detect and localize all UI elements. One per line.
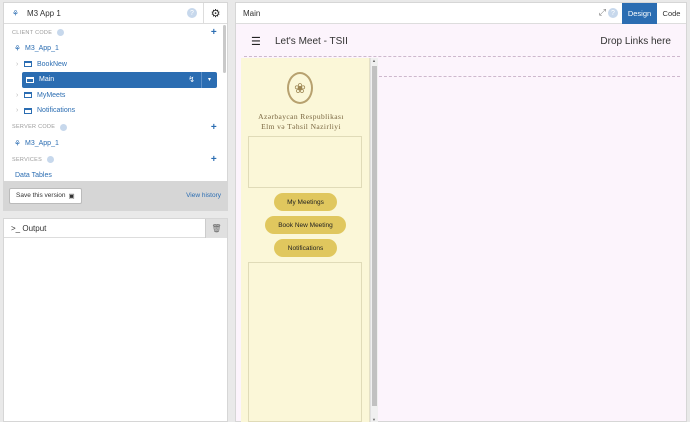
form-item-notifications[interactable]: › Notifications [4, 103, 227, 119]
form-title: Main [243, 8, 261, 18]
form-icon [24, 107, 32, 114]
app-icon: ⚘ [13, 138, 22, 148]
chevron-down-icon[interactable]: ▾ [201, 72, 217, 88]
chevron-right-icon[interactable]: › [16, 107, 24, 114]
navbar: ☰ Let's Meet - TSII Drop Links here [236, 24, 686, 58]
form-label: Notifications [37, 107, 76, 115]
scrollbar[interactable] [223, 25, 226, 73]
help-icon[interactable] [47, 156, 55, 163]
server-app-item[interactable]: ⚘ M3_App_1 [4, 136, 227, 152]
form-designer-panel: Main ⤢ ? Design Code ☰ Let's Meet - TSII… [235, 2, 687, 422]
add-server-code-button[interactable]: + [211, 122, 217, 133]
menu-icon[interactable]: ☰ [251, 35, 261, 48]
drop-links-placeholder: Drop Links here [600, 35, 671, 47]
server-code-header: SERVER CODE + [4, 119, 227, 136]
scrollbar-thumb[interactable] [372, 66, 377, 406]
output-header: >_ Output 🗑 [4, 219, 227, 238]
output-panel: >_ Output 🗑 [3, 218, 228, 422]
ministry-emblem-icon: ❀ [287, 72, 313, 104]
help-icon[interactable] [60, 123, 68, 131]
notifications-button[interactable]: Notifications [274, 239, 337, 257]
save-icon: ▣ [68, 192, 75, 200]
chevron-right-icon[interactable]: › [16, 92, 24, 99]
form-label: MyMeets [37, 91, 66, 99]
app-header: ⚘ M3 App 1 ? ⚙ [4, 3, 227, 24]
services-header: SERVICES + [4, 151, 227, 168]
help-icon[interactable]: ? [608, 8, 618, 18]
save-version-label: Save this version [16, 192, 66, 199]
form-item-booknew[interactable]: › BookNew [4, 57, 227, 73]
form-item-mymeets[interactable]: › MyMeets [4, 88, 227, 104]
form-item-main[interactable]: Main ↯ ▾ [22, 72, 217, 88]
my-meetings-button[interactable]: My Meetings [274, 193, 337, 211]
form-icon [24, 92, 32, 99]
scroll-down-icon[interactable]: ▼ [372, 417, 376, 422]
form-label: BookNew [37, 60, 67, 68]
content-panel[interactable] [248, 262, 362, 422]
scroll-up-icon[interactable]: ▲ [372, 58, 376, 63]
app-icon: ⚘ [13, 44, 22, 54]
design-canvas[interactable]: ☰ Let's Meet - TSII Drop Links here ❀ Az… [236, 24, 686, 422]
form-icon [24, 61, 32, 68]
help-icon[interactable]: ? [187, 8, 197, 18]
client-app-label: M3_App_1 [25, 45, 59, 53]
bolt-icon[interactable]: ↯ [188, 75, 195, 84]
form-label: Main [39, 76, 55, 84]
scrollbar[interactable]: ▲ ▼ [370, 58, 378, 422]
version-footer: Save this version ▣ View history [4, 181, 227, 210]
add-client-code-button[interactable]: + [211, 27, 217, 38]
add-service-button[interactable]: + [211, 154, 217, 165]
server-code-label: SERVER CODE [12, 124, 56, 130]
chevron-right-icon[interactable]: › [16, 61, 24, 68]
server-app-label: M3_App_1 [25, 139, 59, 147]
app-title: M3 App 1 [27, 8, 61, 18]
form-icon [26, 76, 34, 83]
app-browser-panel: ⚘ M3 App 1 ? ⚙ CLIENT CODE + ⚘ M3_App_1 … [3, 2, 228, 211]
view-history-link[interactable]: View history [186, 192, 221, 199]
book-new-meeting-button[interactable]: Book New Meeting [265, 216, 346, 234]
content-panel[interactable] [248, 136, 362, 188]
designer-header: Main ⤢ ? Design Code [236, 3, 686, 24]
gear-icon[interactable]: ⚙ [203, 3, 227, 24]
org-name-line2: Elm və Təhsil Nazirliyi [261, 122, 341, 131]
tab-code[interactable]: Code [657, 3, 686, 24]
services-label: SERVICES [12, 156, 43, 163]
page-title: Let's Meet - TSII [275, 35, 348, 47]
client-code-label: CLIENT CODE [12, 29, 53, 36]
app-icon: ⚘ [11, 8, 20, 18]
tab-design[interactable]: Design [622, 3, 657, 24]
save-version-button[interactable]: Save this version ▣ [9, 187, 82, 204]
org-name-line1: Azərbaycan Respublikası [258, 112, 344, 121]
data-tables-label: Data Tables [15, 172, 52, 180]
sidebar: ❀ Azərbaycan Respublikası Elm və Təhsil … [241, 58, 370, 422]
help-icon[interactable] [57, 29, 65, 36]
divider [244, 56, 680, 57]
trash-icon[interactable]: 🗑 [205, 219, 227, 238]
output-title: >_ Output [11, 223, 47, 233]
expand-icon[interactable]: ⤢ [599, 7, 606, 18]
divider [379, 76, 680, 77]
client-app-item[interactable]: ⚘ M3_App_1 [4, 41, 227, 57]
client-code-header: CLIENT CODE + [4, 24, 227, 41]
